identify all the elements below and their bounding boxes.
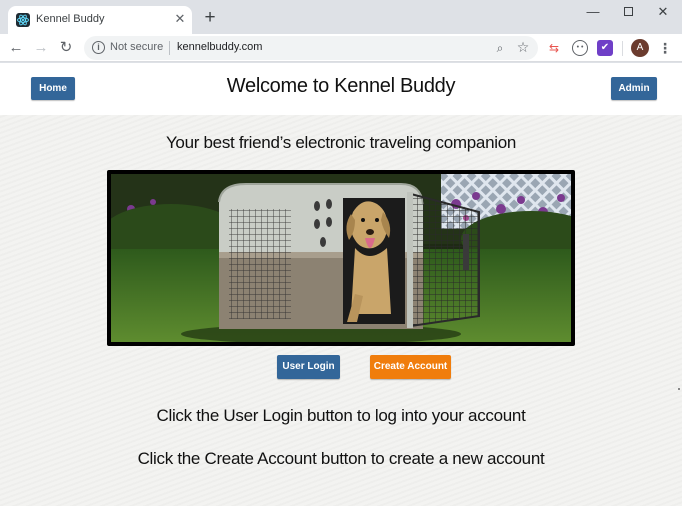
browser-toolbar: ← → ↻ i Not secure kennelbuddy.com ⌕ ☆ ⇆… bbox=[0, 34, 682, 62]
forward-arrow-icon[interactable]: → bbox=[31, 38, 51, 58]
window-close-icon[interactable]: ✕ bbox=[646, 2, 680, 22]
browser-menu-icon[interactable]: ⋮ bbox=[658, 38, 672, 58]
hero-image bbox=[107, 170, 575, 346]
toolbar-divider bbox=[622, 41, 623, 56]
create-account-instruction: Click the Create Account button to creat… bbox=[137, 449, 545, 468]
extension-check-icon[interactable]: ✔ bbox=[597, 40, 613, 56]
minimize-icon[interactable]: — bbox=[576, 2, 610, 22]
bookmark-star-icon[interactable]: ☆ bbox=[515, 39, 531, 55]
user-login-button[interactable]: User Login bbox=[277, 355, 340, 379]
tab-strip: Kennel Buddy ✕ + — ✕ bbox=[0, 0, 682, 34]
profile-avatar[interactable]: A bbox=[631, 39, 649, 57]
extension-face-icon[interactable]: • • bbox=[572, 40, 588, 56]
browser-tab[interactable]: Kennel Buddy ✕ bbox=[8, 6, 192, 34]
tagline: Your best friend’s electronic traveling … bbox=[165, 133, 517, 152]
admin-button[interactable]: Admin bbox=[611, 77, 657, 100]
scroll-indicator bbox=[678, 388, 680, 390]
login-instruction: Click the User Login button to log into … bbox=[156, 406, 526, 425]
maximize-icon[interactable] bbox=[611, 2, 645, 22]
site-header: Home Welcome to Kennel Buddy Admin bbox=[0, 63, 682, 115]
info-icon[interactable]: i bbox=[92, 41, 105, 54]
dog-in-kennel-illustration bbox=[111, 174, 571, 342]
tab-title: Kennel Buddy bbox=[36, 13, 105, 25]
back-arrow-icon[interactable]: ← bbox=[6, 38, 26, 58]
tab-close-icon[interactable]: ✕ bbox=[172, 10, 188, 28]
extension-arrows-icon[interactable]: ⇆ bbox=[546, 40, 562, 56]
zoom-icon[interactable]: ⌕ bbox=[492, 40, 508, 56]
react-atom-icon bbox=[16, 13, 30, 27]
new-tab-icon[interactable]: + bbox=[200, 8, 220, 28]
page-content: Home Welcome to Kennel Buddy Admin Your … bbox=[0, 63, 682, 506]
page-title: Welcome to Kennel Buddy bbox=[226, 75, 456, 97]
security-label[interactable]: Not secure bbox=[110, 41, 163, 53]
create-account-button[interactable]: Create Account bbox=[370, 355, 451, 379]
url-text[interactable]: kennelbuddy.com bbox=[177, 41, 262, 53]
reload-icon[interactable]: ↻ bbox=[56, 38, 76, 58]
omnibox-divider bbox=[169, 41, 170, 55]
address-bar[interactable]: i Not secure kennelbuddy.com ⌕ ☆ bbox=[84, 36, 538, 60]
